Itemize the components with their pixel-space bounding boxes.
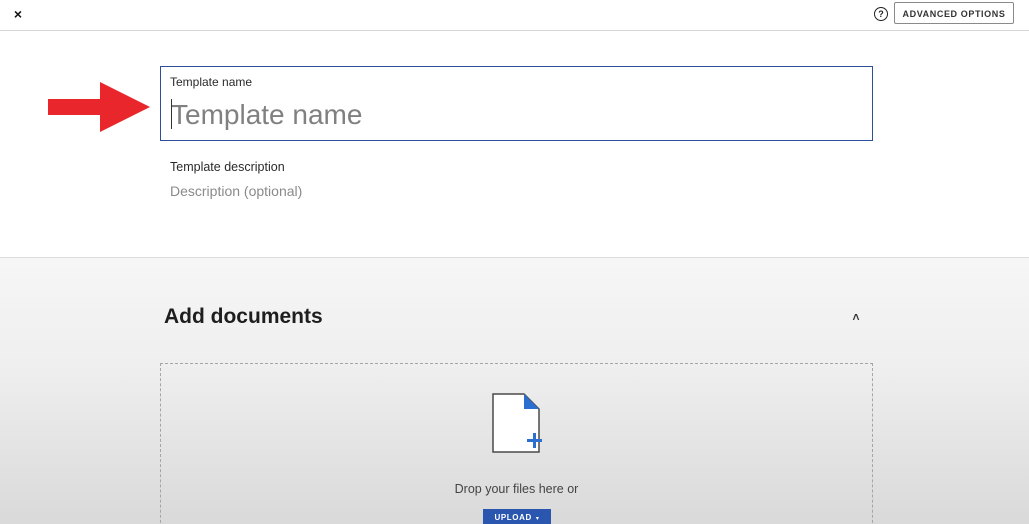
close-icon[interactable]: × xyxy=(11,6,25,22)
caret-down-icon: ▾ xyxy=(535,516,540,522)
upload-button[interactable]: UPLOAD ▾ xyxy=(483,509,551,524)
template-description-label: Template description xyxy=(170,160,285,174)
file-drop-zone[interactable]: Drop your files here or UPLOAD ▾ xyxy=(160,363,873,524)
text-caret xyxy=(171,99,172,129)
template-name-input[interactable] xyxy=(169,97,861,133)
add-documents-heading: Add documents xyxy=(164,305,323,328)
drop-files-text: Drop your files here or xyxy=(454,482,579,496)
template-name-field[interactable]: Template name xyxy=(160,66,873,141)
template-name-label: Template name xyxy=(170,75,253,89)
create-template-page: × ? ADVANCED OPTIONS Template name Templ… xyxy=(0,0,1029,524)
file-add-icon xyxy=(492,393,542,453)
add-documents-section: Add documents ˄ Drop your files here or … xyxy=(0,257,1029,524)
template-description-input[interactable] xyxy=(168,180,870,202)
help-circle-icon[interactable]: ? xyxy=(874,7,888,21)
advanced-options-button[interactable]: ADVANCED OPTIONS xyxy=(894,2,1014,24)
red-arrow-pointer xyxy=(48,82,150,132)
chevron-up-icon[interactable]: ˄ xyxy=(848,310,864,324)
top-bar: × ? ADVANCED OPTIONS xyxy=(0,0,1029,31)
upload-button-label: UPLOAD xyxy=(494,513,532,522)
